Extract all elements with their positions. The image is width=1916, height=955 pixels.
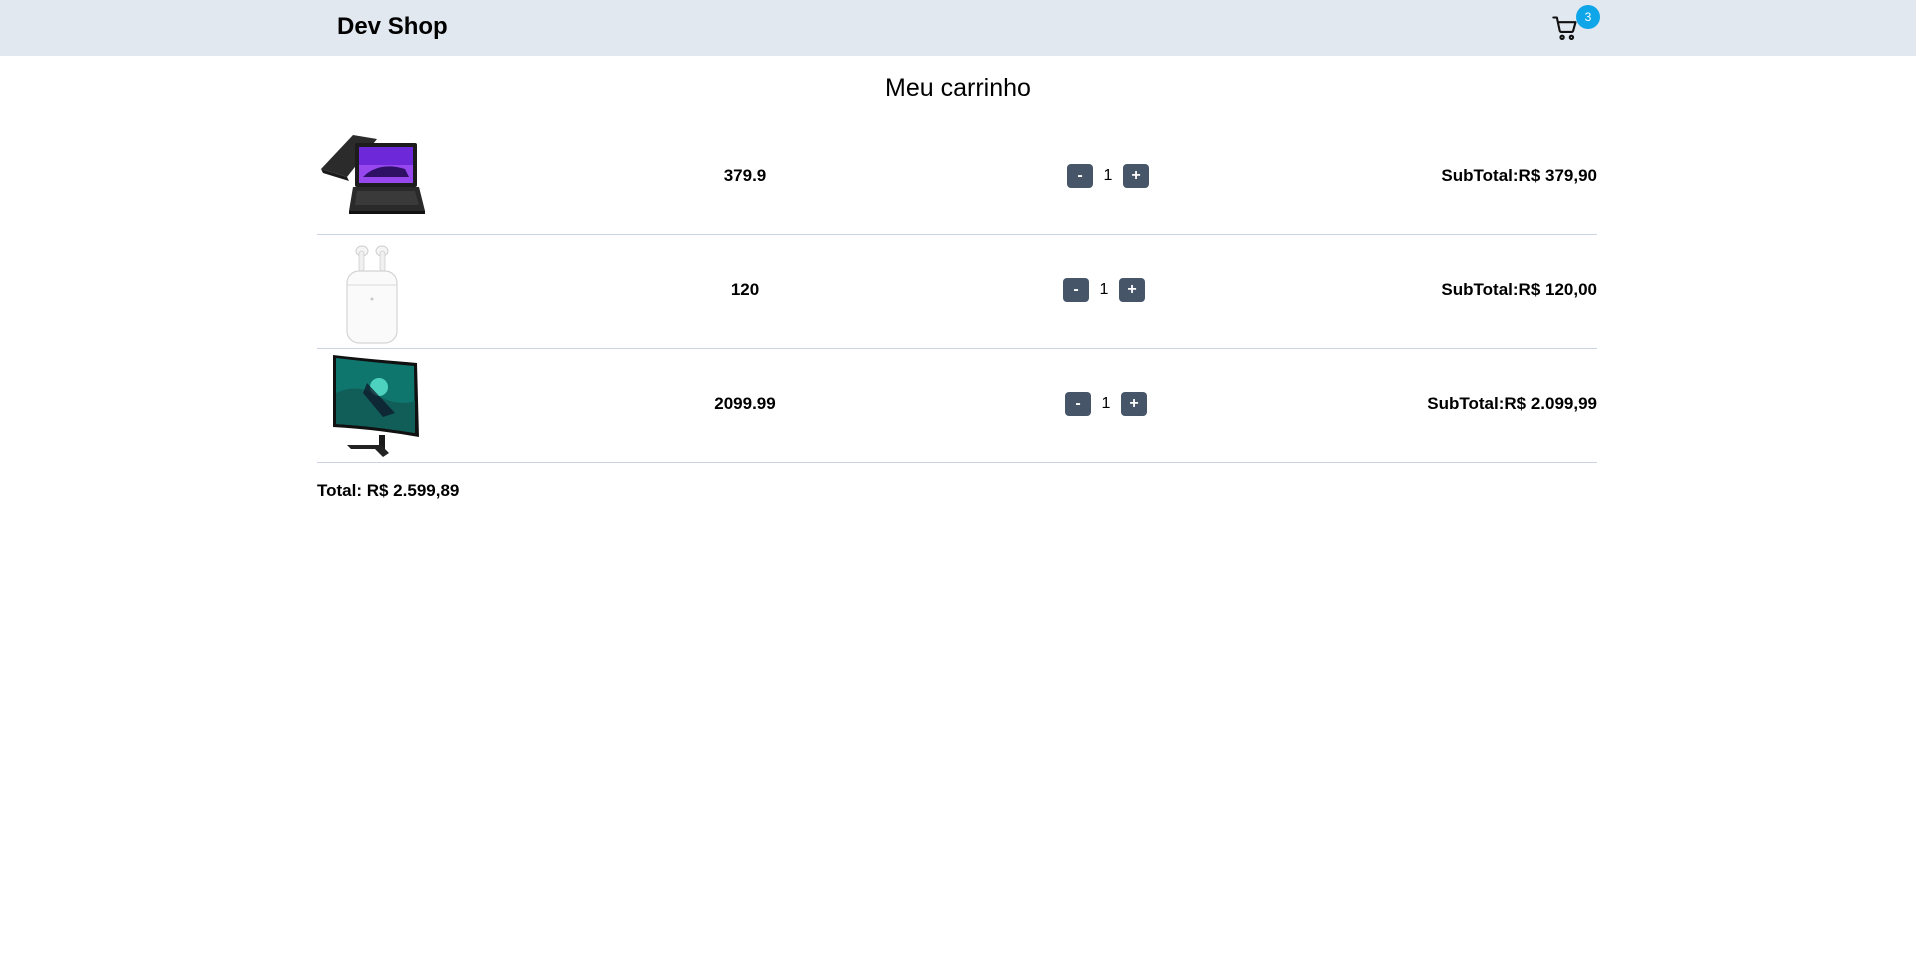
quantity-value: 1 <box>1101 395 1111 412</box>
quantity-stepper: - 1 + <box>1065 392 1147 416</box>
cart-button[interactable]: 3 <box>1551 5 1600 44</box>
quantity-stepper: - 1 + <box>1063 278 1145 302</box>
cart-count-badge: 3 <box>1576 5 1600 29</box>
increase-quantity-button[interactable]: + <box>1121 392 1147 416</box>
brand-logo[interactable]: Dev Shop <box>337 13 448 41</box>
cart-item-row: 120 - 1 + SubTotal:R$ 120,00 <box>317 235 1597 349</box>
cart-item-row: 379.9 - 1 + SubTotal:R$ 379,90 <box>317 121 1597 235</box>
quantity-value: 1 <box>1103 167 1113 184</box>
decrease-quantity-button[interactable]: - <box>1065 392 1091 416</box>
item-subtotal: SubTotal:R$ 120,00 <box>1441 280 1597 299</box>
monitor-product-image <box>333 355 419 457</box>
header: Dev Shop 3 <box>0 0 1916 56</box>
page-title: Meu carrinho <box>885 74 1031 102</box>
laptop-product-image <box>321 135 425 214</box>
item-price: 120 <box>730 280 760 299</box>
item-price: 2099.99 <box>714 394 776 413</box>
decrease-quantity-button[interactable]: - <box>1067 164 1093 188</box>
increase-quantity-button[interactable]: + <box>1123 164 1149 188</box>
airpods-product-image <box>346 245 398 344</box>
item-subtotal: SubTotal:R$ 2.099,99 <box>1427 394 1597 413</box>
cart-list: 379.9 - 1 + SubTotal:R$ 379,90 120 - 1 +… <box>317 121 1597 463</box>
shopping-cart-icon <box>1552 16 1577 41</box>
decrease-quantity-button[interactable]: - <box>1063 278 1089 302</box>
cart-item-row: 2099.99 - 1 + SubTotal:R$ 2.099,99 <box>317 349 1597 463</box>
cart-total: Total: R$ 2.599,89 <box>317 481 460 500</box>
quantity-stepper: - 1 + <box>1067 164 1149 188</box>
increase-quantity-button[interactable]: + <box>1119 278 1145 302</box>
item-subtotal: SubTotal:R$ 379,90 <box>1441 166 1597 185</box>
item-price: 379.9 <box>723 166 767 185</box>
quantity-value: 1 <box>1099 281 1109 298</box>
